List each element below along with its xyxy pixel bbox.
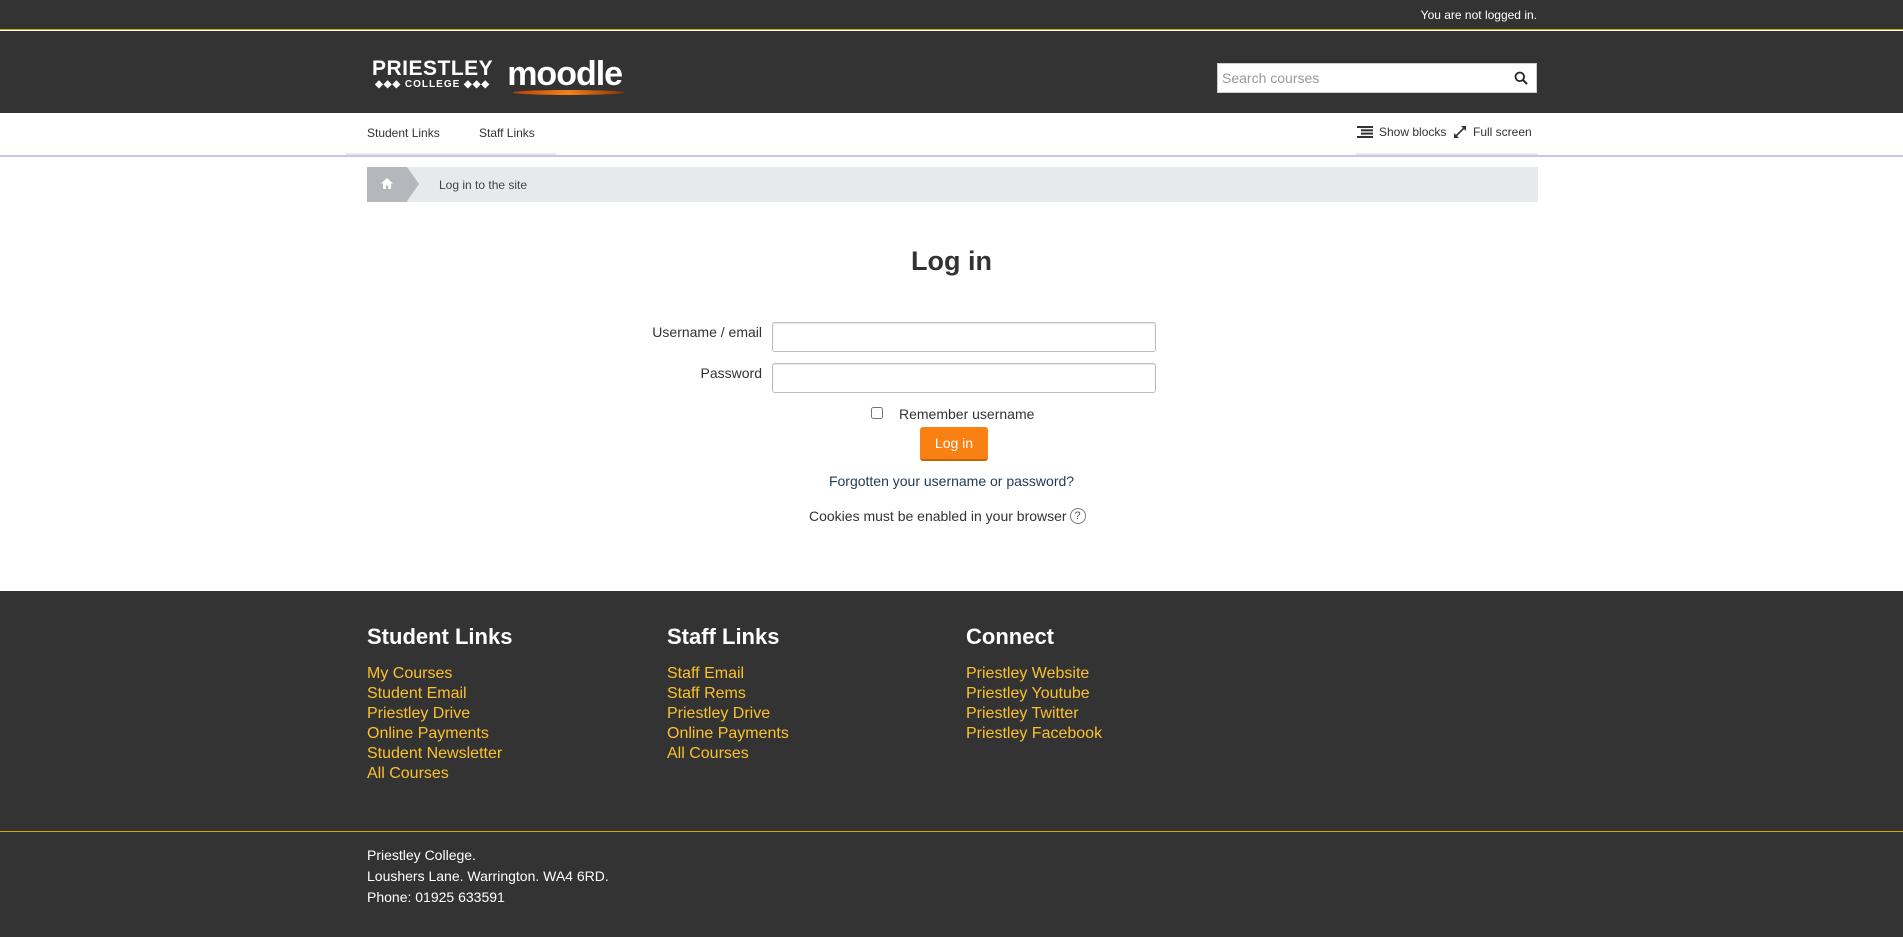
footer-link[interactable]: Priestley Youtube [966, 684, 1102, 704]
login-status-text: You are not logged in. [1420, 8, 1537, 22]
footer-link[interactable]: Online Payments [367, 724, 512, 744]
search-icon[interactable] [1514, 71, 1530, 87]
address-line: Phone: 01925 633591 [367, 889, 505, 905]
username-field[interactable] [772, 322, 1156, 352]
site-footer: Student Links My Courses Student Email P… [0, 591, 1903, 831]
cookies-notice: Cookies must be enabled in your browser … [809, 508, 1086, 524]
logo-moodle-text: moodle [507, 55, 623, 93]
course-search-box [1217, 63, 1537, 93]
footer-link[interactable]: Priestley Facebook [966, 724, 1102, 744]
footer-link[interactable]: My Courses [367, 664, 512, 684]
nav-bar: Student Links Staff Links Show blocks Fu… [0, 113, 1903, 157]
logo-college-text: ◆◆◆ COLLEGE ◆◆◆ [375, 79, 491, 90]
nav-divider-right [1356, 153, 1538, 155]
footer-link[interactable]: Staff Rems [667, 684, 789, 704]
site-header: PRIESTLEY ◆◆◆ COLLEGE ◆◆◆ moodle [0, 31, 1903, 113]
username-label: Username / email [652, 324, 762, 340]
nav-staff-links[interactable]: Staff Links [479, 126, 535, 140]
footer-link[interactable]: Student Newsletter [367, 744, 512, 764]
footer-heading: Staff Links [667, 624, 780, 649]
nav-student-links[interactable]: Student Links [367, 126, 440, 140]
footer-heading: Connect [966, 624, 1054, 649]
footer-link[interactable]: Priestley Website [966, 664, 1102, 684]
footer-link[interactable]: All Courses [367, 764, 512, 784]
cookies-notice-text: Cookies must be enabled in your browser [809, 508, 1067, 524]
full-screen-label: Full screen [1473, 125, 1532, 139]
show-blocks-button[interactable]: Show blocks [1357, 125, 1446, 139]
nav-divider [346, 153, 556, 155]
footer-address-bar: Priestley College. Loushers Lane. Warrin… [0, 831, 1903, 937]
search-input[interactable] [1218, 64, 1498, 92]
priestley-college-logo: PRIESTLEY ◆◆◆ COLLEGE ◆◆◆ [372, 58, 493, 90]
password-field[interactable] [772, 363, 1156, 393]
forgot-password-link[interactable]: Forgotten your username or password? [0, 473, 1903, 489]
remember-username-row: Remember username [871, 406, 1034, 422]
footer-column-connect: Connect Priestley Website Priestley Yout… [966, 624, 1102, 744]
site-logo[interactable]: PRIESTLEY ◆◆◆ COLLEGE ◆◆◆ moodle [372, 53, 625, 95]
footer-heading: Student Links [367, 624, 513, 649]
remember-username-label: Remember username [899, 406, 1035, 422]
login-button[interactable]: Log in [920, 427, 988, 461]
footer-column-student: Student Links My Courses Student Email P… [367, 624, 512, 784]
address-line: Priestley College. [367, 847, 476, 863]
expand-icon [1454, 126, 1466, 138]
home-icon [381, 178, 393, 189]
breadcrumb-current: Log in to the site [439, 178, 528, 192]
password-label: Password [700, 365, 762, 381]
footer-link[interactable]: Priestley Twitter [966, 704, 1102, 724]
footer-link[interactable]: All Courses [667, 744, 789, 764]
breadcrumb-home[interactable] [367, 167, 419, 202]
breadcrumb: Log in to the site [367, 167, 1538, 202]
footer-link[interactable]: Staff Email [667, 664, 789, 684]
breadcrumb-arrow [407, 167, 419, 201]
top-bar: You are not logged in. [0, 0, 1903, 30]
page-title: Log in [911, 246, 992, 276]
show-blocks-label: Show blocks [1379, 125, 1447, 139]
footer-link[interactable]: Priestley Drive [367, 704, 512, 724]
address-line: Loushers Lane. Warrington. WA4 6RD. [367, 868, 609, 884]
moodle-swoosh [513, 90, 625, 95]
remember-username-checkbox[interactable] [871, 407, 883, 419]
footer-link[interactable]: Priestley Drive [667, 704, 789, 724]
logo-priestley-text: PRIESTLEY [372, 57, 494, 80]
help-icon[interactable]: ? [1069, 508, 1086, 524]
footer-link[interactable]: Student Email [367, 684, 512, 704]
footer-column-staff: Staff Links Staff Email Staff Rems Pries… [667, 624, 789, 764]
full-screen-button[interactable]: Full screen [1453, 125, 1532, 139]
moodle-logo: moodle [507, 55, 625, 95]
college-address: Priestley College. Loushers Lane. Warrin… [367, 845, 609, 908]
footer-link[interactable]: Online Payments [667, 724, 789, 744]
list-icon [1357, 126, 1373, 138]
